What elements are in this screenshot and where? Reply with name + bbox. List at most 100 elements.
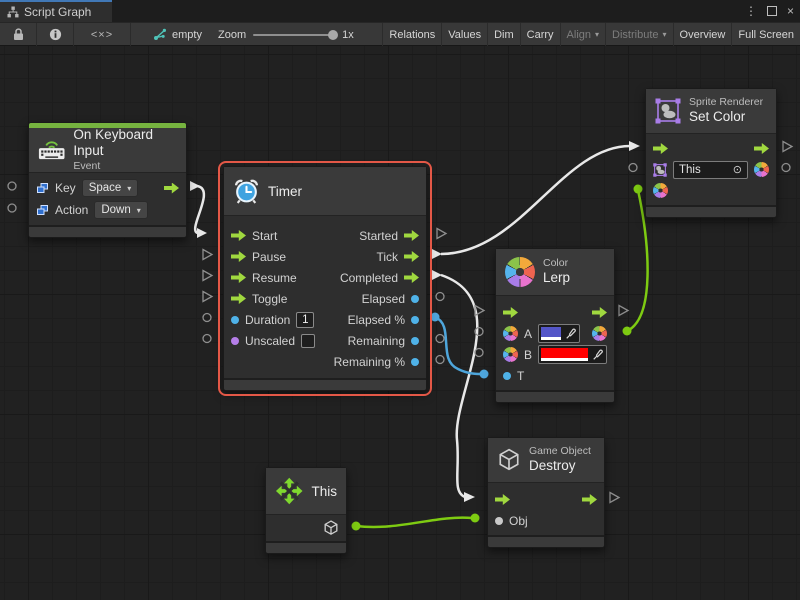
port-label: Elapsed %: [320, 313, 405, 327]
node-color-lerp[interactable]: Color Lerp A: [495, 248, 615, 403]
value-out-port[interactable]: [411, 358, 419, 366]
carry-label: Carry: [527, 29, 554, 41]
duration-field[interactable]: 1: [296, 312, 314, 328]
color-a-field[interactable]: [538, 324, 580, 343]
node-on-keyboard-input[interactable]: On Keyboard Input Event Key Space: [28, 122, 187, 238]
key-dropdown[interactable]: Space: [82, 179, 139, 197]
eyedropper-icon[interactable]: [590, 346, 606, 363]
value-in-port[interactable]: [503, 372, 511, 380]
full-screen-label: Full Screen: [738, 29, 794, 41]
zoom-label: Zoom: [218, 29, 246, 41]
action-dropdown[interactable]: Down: [94, 201, 147, 219]
object-in-port[interactable]: [495, 517, 503, 525]
timer-icon: [233, 178, 260, 205]
trigger-out-port[interactable]: [592, 307, 607, 318]
trigger-out-port[interactable]: [754, 143, 769, 154]
carry-button[interactable]: Carry: [520, 23, 560, 46]
values-button[interactable]: Values: [441, 23, 487, 46]
full-screen-button[interactable]: Full Screen: [731, 23, 800, 46]
unscaled-checkbox[interactable]: [301, 334, 315, 348]
sprite-renderer-icon: [653, 163, 667, 177]
color-port-icon[interactable]: [503, 326, 518, 341]
color-in-port[interactable]: [653, 183, 668, 198]
trigger-in-port[interactable]: [231, 251, 246, 262]
dim-button[interactable]: Dim: [487, 23, 520, 46]
tab-script-graph[interactable]: Script Graph: [0, 0, 112, 22]
color-out-port[interactable]: [754, 162, 769, 177]
relations-button[interactable]: Relations: [382, 23, 441, 46]
menu-icon[interactable]: ⋮: [745, 4, 757, 18]
color-wheel-icon: [505, 257, 535, 287]
distribute-button[interactable]: Distribute▾: [605, 23, 672, 46]
node-header: This: [266, 468, 346, 515]
code-view-glyph: <×>: [80, 29, 124, 41]
graph-canvas[interactable]: On Keyboard Input Event Key Space: [0, 46, 800, 600]
align-button[interactable]: Align▾: [560, 23, 605, 46]
trigger-out-port[interactable]: [404, 272, 419, 283]
port-row: Resume Completed: [224, 267, 426, 288]
trigger-in-port[interactable]: [503, 307, 518, 318]
trigger-out-port[interactable]: [164, 183, 179, 194]
trigger-in-port[interactable]: [231, 293, 246, 304]
align-label: Align: [567, 29, 591, 41]
target-object-field[interactable]: This ⊙: [673, 161, 748, 179]
node-timer[interactable]: Timer Start Started Pause Tick Resum: [223, 166, 427, 391]
zoom-slider[interactable]: [253, 34, 335, 36]
info-button[interactable]: [37, 23, 74, 46]
node-this[interactable]: This: [265, 467, 347, 554]
port-label: B: [524, 348, 532, 362]
color-b-swatch[interactable]: [541, 348, 588, 358]
node-footer: [266, 541, 346, 553]
object-picker-icon[interactable]: ⊙: [733, 163, 742, 176]
value-out-port[interactable]: [411, 337, 419, 345]
graph-toolbar: <×> empty Zoom 1x Relations Values D: [0, 22, 800, 46]
key-value: Space: [89, 182, 122, 194]
trigger-out-port[interactable]: [582, 494, 597, 505]
trigger-out-port[interactable]: [404, 230, 419, 241]
port-row-self: [266, 517, 346, 539]
trigger-in-port[interactable]: [495, 494, 510, 505]
literal-icon: [36, 182, 49, 195]
toolbar-right: Relations Values Dim Carry Align▾ Distri…: [382, 23, 800, 46]
port-label: Resume: [252, 271, 297, 285]
trigger-in-port[interactable]: [231, 272, 246, 283]
value-out-port[interactable]: [411, 295, 419, 303]
code-view-button[interactable]: <×>: [74, 23, 131, 46]
value-in-port[interactable]: [231, 316, 239, 324]
color-b-field[interactable]: [538, 345, 607, 364]
node-title: This: [311, 484, 337, 499]
trigger-in-port[interactable]: [653, 143, 668, 154]
port-row: Toggle Elapsed: [224, 288, 426, 309]
port-row: [496, 302, 614, 323]
trigger-out-port[interactable]: [404, 251, 419, 262]
wire-tick-to-setcolor: [441, 146, 630, 254]
close-icon[interactable]: ×: [787, 4, 794, 18]
node-set-color[interactable]: Sprite Renderer Set Color: [645, 88, 777, 218]
lock-button[interactable]: [0, 23, 37, 46]
keyboard-icon: [38, 139, 65, 161]
zoom-control: Zoom 1x: [218, 23, 354, 46]
node-header: Color Lerp: [496, 249, 614, 296]
chevron-down-icon: ▾: [663, 30, 667, 39]
node-title: Destroy: [529, 458, 591, 475]
color-a-swatch[interactable]: [541, 327, 561, 337]
port-row-b: B: [496, 344, 614, 365]
eyedropper-icon[interactable]: [563, 325, 579, 342]
maximize-icon[interactable]: [767, 6, 777, 16]
overview-button[interactable]: Overview: [673, 23, 732, 46]
values-label: Values: [448, 29, 481, 41]
port-row: Unscaled Remaining: [224, 330, 426, 351]
color-out-port[interactable]: [592, 326, 607, 341]
port-label: Started: [283, 229, 398, 243]
game-object-out-port[interactable]: [323, 520, 339, 536]
port-row: Pause Tick: [224, 246, 426, 267]
port-row: [646, 138, 776, 159]
port-row-action: Action Down: [29, 199, 186, 221]
color-port-icon[interactable]: [503, 347, 518, 362]
port-label: Completed: [303, 271, 398, 285]
bool-in-port[interactable]: [231, 337, 239, 345]
zoom-slider-handle[interactable]: [328, 30, 338, 40]
node-destroy[interactable]: Game Object Destroy Obj: [487, 437, 605, 548]
trigger-in-port[interactable]: [231, 230, 246, 241]
value-out-port[interactable]: [411, 316, 419, 324]
